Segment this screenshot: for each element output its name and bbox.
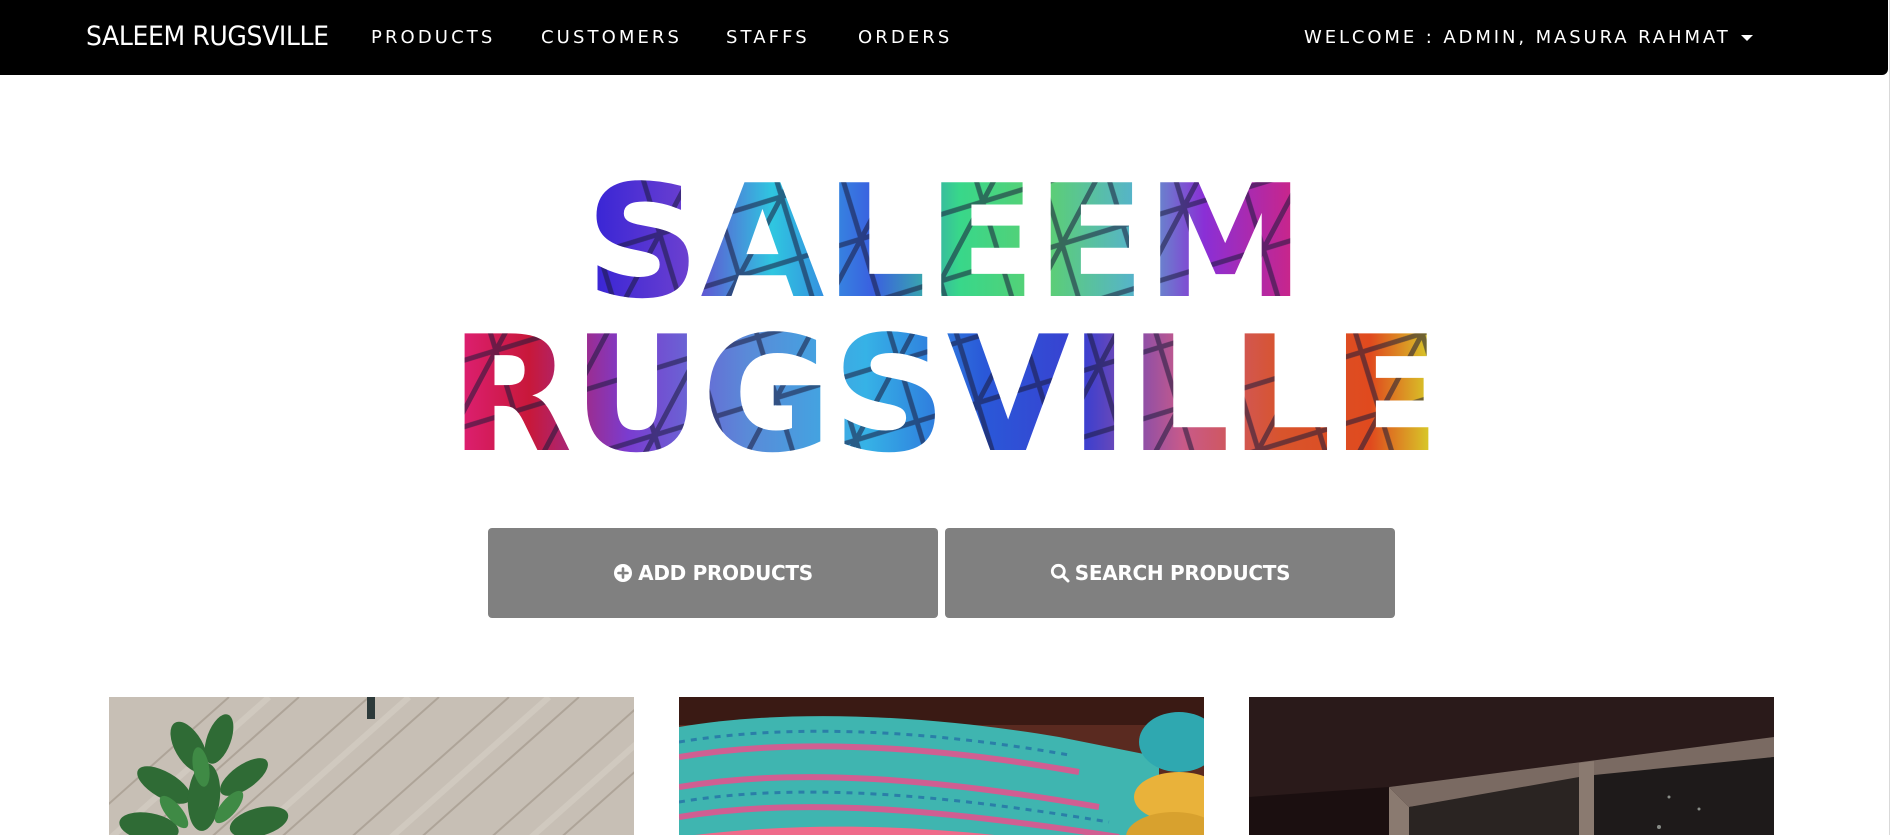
caret-down-icon xyxy=(1740,35,1753,41)
plus-circle-icon xyxy=(614,564,633,582)
nav-link-products[interactable]: PRODUCTS xyxy=(371,27,495,49)
product-card[interactable] xyxy=(1249,697,1774,835)
search-products-label: SEARCH PRODUCTS xyxy=(1074,561,1291,585)
logo-line-2-pattern: RUGSVILLE xyxy=(450,301,1440,470)
product-image-knitted-rugs xyxy=(679,697,1204,835)
nav-link-staffs[interactable]: STAFFS xyxy=(726,27,810,49)
welcome-label: WELCOME : ADMIN, MASURA RAHMAT xyxy=(1304,27,1731,48)
nav-link-orders[interactable]: ORDERS xyxy=(858,27,952,49)
top-navbar: SALEEM RUGSVILLE PRODUCTS CUSTOMERS STAF… xyxy=(0,0,1888,75)
search-icon xyxy=(1050,563,1070,583)
search-products-button[interactable]: SEARCH PRODUCTS xyxy=(945,528,1395,618)
add-products-label: ADD PRODUCTS xyxy=(638,561,813,585)
hero-logo: SALEEM SALEEM RUGSVILLE RUGSVILLE xyxy=(450,168,1440,470)
brand-link[interactable]: SALEEM RUGSVILLE xyxy=(86,20,329,54)
add-products-button[interactable]: ADD PRODUCTS xyxy=(488,528,938,618)
user-menu-dropdown[interactable]: WELCOME : ADMIN, MASURA RAHMAT xyxy=(1304,27,1753,49)
product-card[interactable] xyxy=(679,697,1204,835)
page: SALEEM RUGSVILLE PRODUCTS CUSTOMERS STAF… xyxy=(0,0,1890,835)
product-card[interactable] xyxy=(109,697,634,835)
product-image-plant xyxy=(109,697,634,835)
product-image-window xyxy=(1249,697,1774,835)
nav-link-customers[interactable]: CUSTOMERS xyxy=(541,27,682,49)
